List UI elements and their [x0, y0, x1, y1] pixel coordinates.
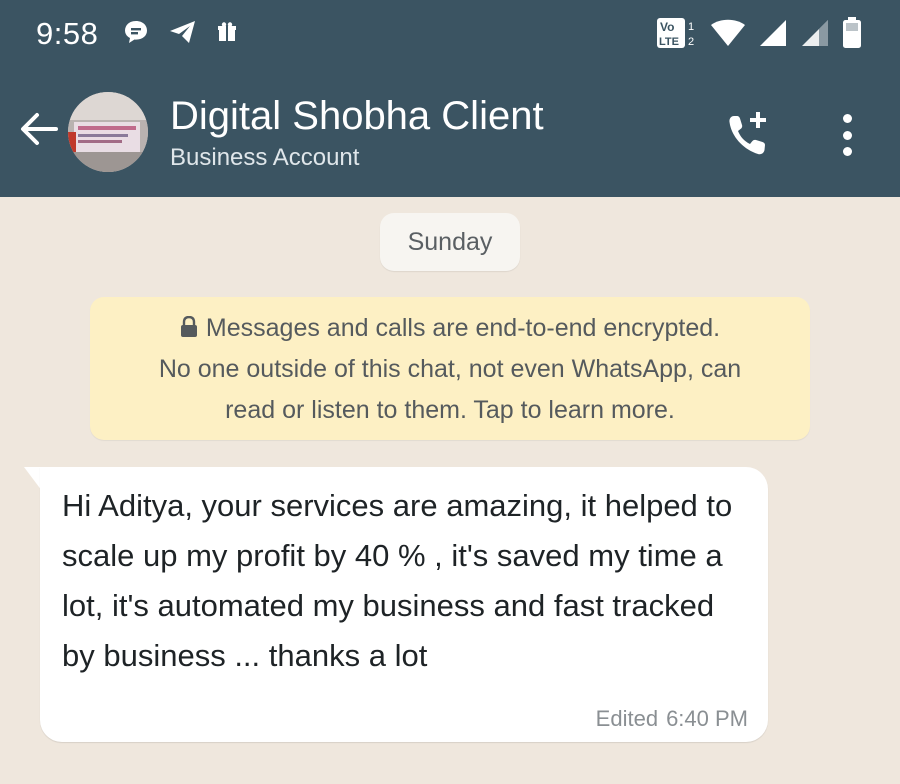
encryption-text-1: Messages and calls are end-to-end encryp… — [205, 314, 721, 342]
gift-icon — [216, 21, 238, 48]
status-bar: 9:58 Vo LTE 1 2 — [0, 0, 900, 68]
encryption-notice[interactable]: Messages and calls are end-to-end encryp… — [90, 297, 810, 440]
network-label-bottom: LTE — [659, 36, 679, 48]
date-divider: Sunday — [380, 213, 520, 271]
encryption-text-2: No one outside of this chat, not even Wh… — [158, 355, 742, 383]
status-system-icons: Vo LTE 1 2 — [656, 16, 862, 55]
network-label-top: Vo — [660, 20, 674, 34]
lock-icon — [180, 316, 197, 337]
signal-icon — [758, 18, 788, 53]
chat-bubble-icon — [122, 18, 150, 51]
wifi-icon — [710, 18, 746, 53]
avatar-photo — [68, 92, 148, 172]
encryption-text-3: read or listen to them. Tap to learn mor… — [225, 396, 675, 424]
battery-icon — [842, 17, 862, 54]
phone-plus-icon — [729, 112, 766, 155]
incoming-message-bubble[interactable]: Hi Aditya, your services are amazing, it… — [40, 467, 768, 742]
back-arrow-icon — [21, 113, 58, 145]
signal-2-icon — [800, 18, 830, 53]
contact-name[interactable]: Digital Shobha Client — [170, 94, 544, 139]
message-time: 6:40 PM — [666, 706, 748, 731]
status-notification-icons — [122, 18, 238, 51]
back-button[interactable] — [16, 106, 62, 152]
overflow-menu-button[interactable] — [832, 110, 862, 160]
telegram-icon — [168, 18, 198, 51]
top-app-bar: 9:58 Vo LTE 1 2 Digital Shobha Client Bu… — [0, 0, 900, 197]
add-call-button[interactable] — [722, 108, 776, 162]
sim-number-1: 1 — [688, 21, 694, 33]
encryption-line-1: Messages and calls are end-to-end encryp… — [90, 308, 810, 349]
message-text: Hi Aditya, your services are amazing, it… — [62, 488, 733, 673]
message-meta: Edited 6:40 PM — [596, 706, 748, 732]
avatar[interactable] — [68, 92, 148, 172]
contact-subtitle: Business Account — [170, 144, 360, 171]
more-vert-icon — [842, 114, 852, 123]
chat-header: Digital Shobha Client Business Account — [0, 80, 900, 197]
sim-number-2: 2 — [688, 36, 694, 48]
edited-label: Edited — [595, 706, 659, 731]
chat-area[interactable]: Sunday Messages and calls are end-to-end… — [0, 197, 900, 784]
volte-icon: Vo LTE 1 2 — [656, 16, 698, 55]
status-time: 9:58 — [36, 16, 99, 51]
